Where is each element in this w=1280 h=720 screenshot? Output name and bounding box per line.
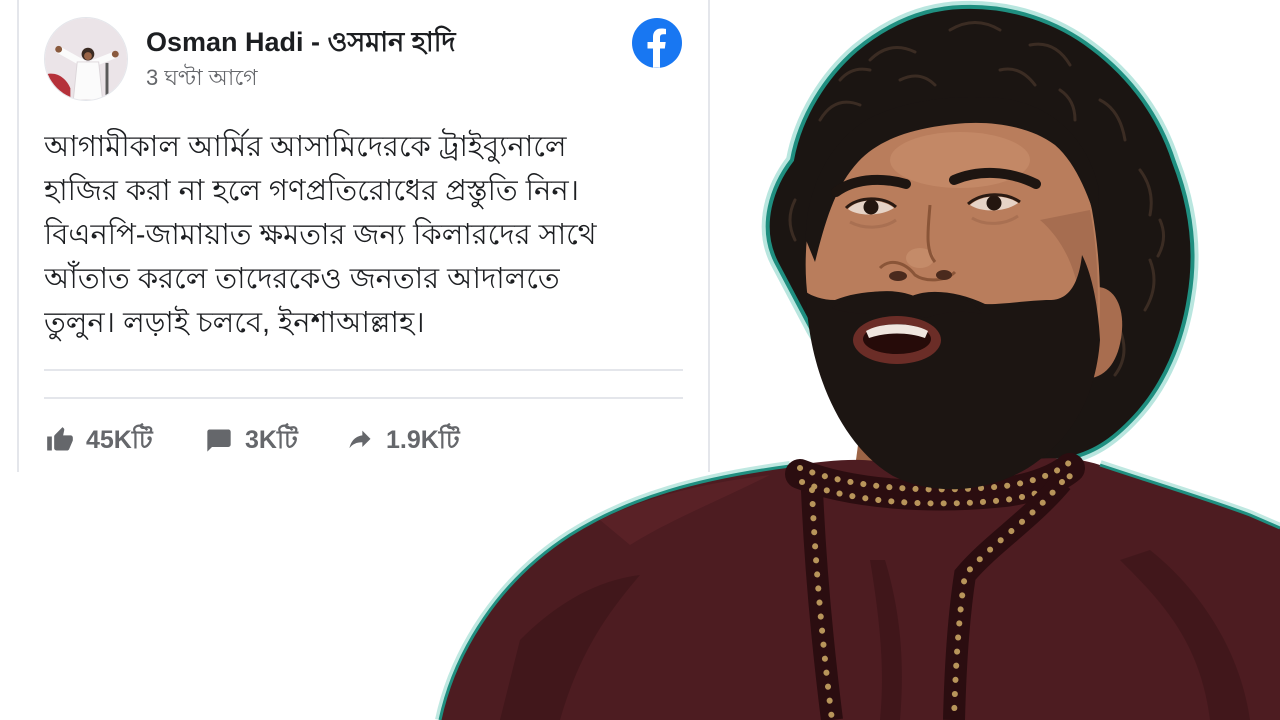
likes-count: 45Kটি	[86, 426, 153, 454]
right-iris	[986, 195, 1002, 211]
avatar-photo	[45, 18, 127, 100]
person-photo	[435, 0, 1280, 720]
share-arrow-icon	[349, 430, 371, 449]
card-border-left	[17, 0, 19, 472]
comments-count-button[interactable]: 3Kটি	[205, 422, 298, 458]
post-timestamp[interactable]: 3 ঘণ্টা আগে	[146, 62, 258, 94]
left-iris	[863, 199, 879, 215]
likes-count-button[interactable]: 45Kটি	[46, 422, 153, 458]
nostril	[936, 270, 952, 280]
author-name-link[interactable]: Osman Hadi - ওসমান হাদি	[146, 24, 456, 60]
comments-count: 3Kটি	[245, 426, 298, 454]
comment-icon	[207, 429, 231, 452]
nostril	[889, 271, 907, 281]
thumbs-up-icon	[47, 427, 73, 451]
author-avatar[interactable]	[44, 17, 128, 101]
face	[805, 97, 1100, 490]
